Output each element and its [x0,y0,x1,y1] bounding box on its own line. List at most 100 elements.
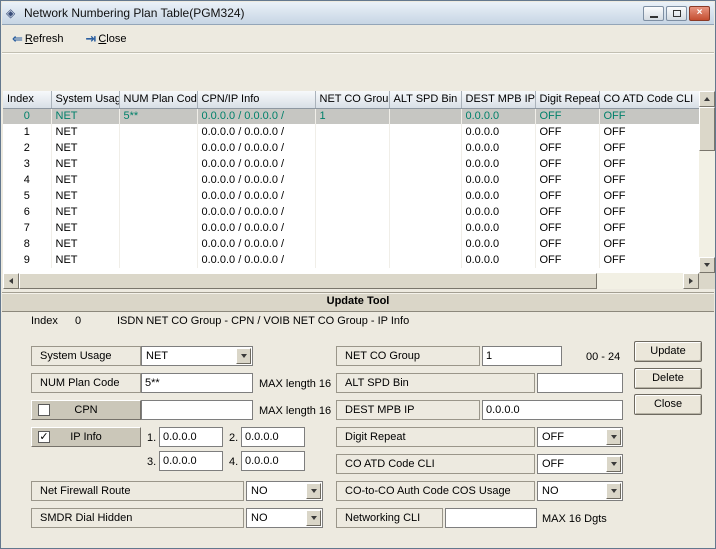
table-cell: 0.0.0.0 [461,108,535,124]
table-cell: 9 [3,252,51,268]
digit-repeat-dropdown-button[interactable] [606,429,621,445]
scroll-left-button[interactable] [3,273,19,289]
table-row[interactable]: 0NET5**0.0.0.0 / 0.0.0.0 /10.0.0.0OFFOFF [3,108,699,124]
num-plan-code-input[interactable] [141,373,253,393]
smdr-dial-hidden-dropdown-button[interactable] [306,510,321,526]
ip1-input[interactable] [159,427,223,447]
close-arrow-icon: ⇥ [85,33,96,45]
refresh-button[interactable]: ⇐ Refresh [8,31,67,47]
delete-button[interactable]: Delete [634,368,702,389]
co-atd-code-cli-select[interactable]: OFF [537,454,623,474]
column-header[interactable]: Digit Repeat [535,91,599,108]
net-co-group-hint: 00 - 24 [586,351,620,363]
chevron-down-icon [311,489,317,496]
column-header[interactable]: NET CO Group [315,91,389,108]
table-cell: NET [51,252,119,268]
dest-mpb-ip-label: DEST MPB IP [336,400,480,420]
vertical-scrollbar[interactable] [699,91,715,273]
table-cell: NET [51,188,119,204]
scroll-down-button[interactable] [699,257,715,273]
scroll-up-button[interactable] [699,91,715,107]
net-firewall-route-dropdown-button[interactable] [306,483,321,499]
update-button[interactable]: Update [634,341,702,362]
table-row[interactable]: 5NET0.0.0.0 / 0.0.0.0 /0.0.0.0OFFOFF [3,188,699,204]
column-header[interactable]: CPN/IP Info [197,91,315,108]
table-cell [119,236,197,252]
table-row[interactable]: 4NET0.0.0.0 / 0.0.0.0 /0.0.0.0OFFOFF [3,172,699,188]
table-row[interactable]: 2NET0.0.0.0 / 0.0.0.0 /0.0.0.0OFFOFF [3,140,699,156]
ip3-input[interactable] [159,451,223,471]
scroll-right-button[interactable] [683,273,699,289]
digit-repeat-select[interactable]: OFF [537,427,623,447]
maximize-button[interactable] [666,6,687,21]
horizontal-scrollbar[interactable] [3,273,699,289]
net-firewall-route-select[interactable]: NO [246,481,323,501]
table-cell: 5 [3,188,51,204]
table-cell: NET [51,108,119,124]
ip-info-checkbox[interactable] [38,431,50,443]
table-cell [315,236,389,252]
vertical-scroll-thumb[interactable] [699,107,715,151]
digit-repeat-label: Digit Repeat [336,427,535,447]
net-co-group-input[interactable] [482,346,562,366]
smdr-dial-hidden-value: NO [251,512,268,524]
table-cell [119,172,197,188]
co-atd-code-cli-dropdown-button[interactable] [606,456,621,472]
column-header[interactable]: Index [3,91,51,108]
close-icon: × [697,8,703,18]
smdr-dial-hidden-select[interactable]: NO [246,508,323,528]
table-row[interactable]: 7NET0.0.0.0 / 0.0.0.0 /0.0.0.0OFFOFF [3,220,699,236]
table-cell: 0.0.0.0 / 0.0.0.0 / [197,108,315,124]
ip2-label: 2. [229,432,238,444]
table-cell: OFF [535,236,599,252]
minimize-button[interactable] [643,6,664,21]
table-cell: OFF [599,108,699,124]
table-row[interactable]: 3NET0.0.0.0 / 0.0.0.0 /0.0.0.0OFFOFF [3,156,699,172]
system-usage-select[interactable]: NET [141,346,253,366]
table-cell: 0.0.0.0 / 0.0.0.0 / [197,124,315,140]
close-window-button[interactable]: × [689,6,710,21]
table-cell [119,204,197,220]
networking-cli-input[interactable] [445,508,537,528]
scroll-up-icon [704,94,710,101]
table-cell [119,188,197,204]
table-cell: 0.0.0.0 [461,204,535,220]
ip-info-toggle[interactable]: IP Info [31,427,141,447]
column-header[interactable]: CO ATD Code CLI [599,91,699,108]
horizontal-scroll-thumb[interactable] [19,273,597,289]
app-icon: ◈ [6,6,20,20]
close-button[interactable]: Close [634,394,702,415]
table-cell [119,140,197,156]
chevron-down-icon [311,516,317,523]
cpn-input[interactable] [141,400,253,420]
dest-mpb-ip-input[interactable] [482,400,623,420]
table-cell: 0.0.0.0 [461,156,535,172]
table-cell [389,124,461,140]
table-cell: NET [51,220,119,236]
ip2-input[interactable] [241,427,305,447]
co-to-co-auth-dropdown-button[interactable] [606,483,621,499]
toolbar-close-button[interactable]: ⇥ Close [81,31,130,47]
column-header[interactable]: System Usage [51,91,119,108]
title-bar[interactable]: ◈ Network Numbering Plan Table(PGM324) × [2,2,714,25]
cpn-toggle[interactable]: CPN [31,400,141,420]
table-row[interactable]: 8NET0.0.0.0 / 0.0.0.0 /0.0.0.0OFFOFF [3,236,699,252]
table-row[interactable]: 9NET0.0.0.0 / 0.0.0.0 /0.0.0.0OFFOFF [3,252,699,268]
update-tool-header: Update Tool [2,292,714,312]
ip3-label: 3. [147,456,156,468]
table-cell: OFF [599,140,699,156]
cpn-checkbox[interactable] [38,404,50,416]
co-to-co-auth-select[interactable]: NO [537,481,623,501]
column-header[interactable]: DEST MPB IP [461,91,535,108]
chevron-down-icon [611,489,617,496]
column-header[interactable]: NUM Plan Code [119,91,197,108]
column-header[interactable]: ALT SPD Bin [389,91,461,108]
refresh-arrow-icon: ⇐ [12,33,23,45]
table-cell: 0.0.0.0 / 0.0.0.0 / [197,140,315,156]
ip4-input[interactable] [241,451,305,471]
alt-spd-bin-input[interactable] [537,373,623,393]
table-cell [389,108,461,124]
system-usage-dropdown-button[interactable] [236,348,251,364]
table-row[interactable]: 1NET0.0.0.0 / 0.0.0.0 /0.0.0.0OFFOFF [3,124,699,140]
table-row[interactable]: 6NET0.0.0.0 / 0.0.0.0 /0.0.0.0OFFOFF [3,204,699,220]
